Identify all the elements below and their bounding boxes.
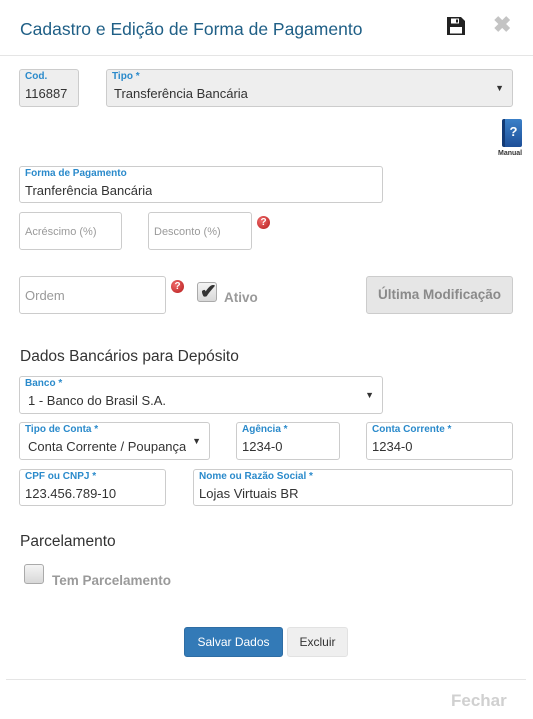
ordem-placeholder: Ordem	[25, 288, 65, 303]
tipo-select[interactable]: Tipo * Transferência Bancária ▼	[106, 69, 513, 107]
help-icon[interactable]: ?	[171, 280, 184, 293]
floppy-disk-icon[interactable]	[446, 16, 466, 36]
desconto-input[interactable]: Desconto (%)	[148, 212, 252, 250]
fechar-button[interactable]: Fechar	[451, 691, 507, 711]
excluir-button[interactable]: Excluir	[287, 627, 348, 657]
nome-razao-value: Lojas Virtuais BR	[199, 486, 299, 501]
tipo-conta-select[interactable]: Tipo de Conta * Conta Corrente / Poupanç…	[19, 422, 210, 460]
conta-corrente-value: 1234-0	[372, 439, 413, 454]
nome-razao-input[interactable]: Nome ou Razão Social * Lojas Virtuais BR	[193, 469, 513, 506]
cpf-cnpj-input[interactable]: CPF ou CNPJ * 123.456.789-10	[19, 469, 166, 506]
cod-value: 116887	[25, 86, 68, 101]
checkmark-icon: ✔	[200, 281, 217, 303]
manual-label[interactable]: Manual	[498, 150, 522, 157]
forma-pagamento-input[interactable]: Forma de Pagamento Tranferência Bancária	[19, 166, 383, 203]
banco-label: Banco *	[25, 378, 63, 389]
conta-corrente-label: Conta Corrente *	[372, 424, 452, 435]
modal-header: Cadastro e Edição de Forma de Pagamento …	[0, 0, 533, 56]
footer-divider	[6, 679, 526, 680]
tem-parcelamento-checkbox[interactable]	[24, 564, 44, 584]
tipo-label: Tipo *	[112, 71, 140, 82]
tipo-conta-value: Conta Corrente / Poupança	[28, 439, 186, 454]
modal-title: Cadastro e Edição de Forma de Pagamento	[20, 19, 363, 39]
ativo-label: Ativo	[224, 290, 258, 305]
conta-corrente-input[interactable]: Conta Corrente * 1234-0	[366, 422, 513, 460]
chevron-down-icon: ▼	[495, 83, 504, 93]
manual-book-icon[interactable]: ?	[502, 119, 522, 147]
ordem-input[interactable]: Ordem	[19, 276, 166, 314]
forma-pagamento-value: Tranferência Bancária	[25, 183, 153, 198]
ultima-modificacao-button: Última Modificação	[366, 276, 513, 314]
dados-bancarios-heading: Dados Bancários para Depósito	[20, 348, 239, 365]
nome-razao-label: Nome ou Razão Social *	[199, 471, 313, 482]
cpf-cnpj-value: 123.456.789-10	[25, 486, 117, 501]
tem-parcelamento-label: Tem Parcelamento	[52, 573, 172, 588]
ativo-checkbox[interactable]: ✔	[197, 281, 217, 303]
agencia-value: 1234-0	[242, 439, 283, 454]
desconto-placeholder: Desconto (%)	[154, 226, 221, 238]
cpf-cnpj-label: CPF ou CNPJ *	[25, 471, 97, 482]
cod-field: Cod. 116887	[19, 69, 79, 107]
tipo-value: Transferência Bancária	[114, 86, 248, 101]
banco-select[interactable]: Banco * 1 - Banco do Brasil S.A. ▼	[19, 376, 383, 414]
salvar-dados-button[interactable]: Salvar Dados	[184, 627, 283, 657]
chevron-down-icon: ▼	[365, 390, 374, 400]
cod-label: Cod.	[25, 71, 48, 82]
chevron-down-icon: ▼	[192, 436, 201, 446]
acrescimo-placeholder: Acréscimo (%)	[25, 226, 97, 238]
agencia-label: Agência *	[242, 424, 288, 435]
close-icon[interactable]: ✖	[493, 13, 511, 37]
banco-value: 1 - Banco do Brasil S.A.	[28, 393, 167, 408]
help-icon[interactable]: ?	[257, 216, 270, 229]
acrescimo-input[interactable]: Acréscimo (%)	[19, 212, 122, 250]
parcelamento-heading: Parcelamento	[20, 533, 116, 550]
forma-pagamento-label: Forma de Pagamento	[25, 168, 127, 179]
tipo-conta-label: Tipo de Conta *	[25, 424, 99, 435]
agencia-input[interactable]: Agência * 1234-0	[236, 422, 340, 460]
